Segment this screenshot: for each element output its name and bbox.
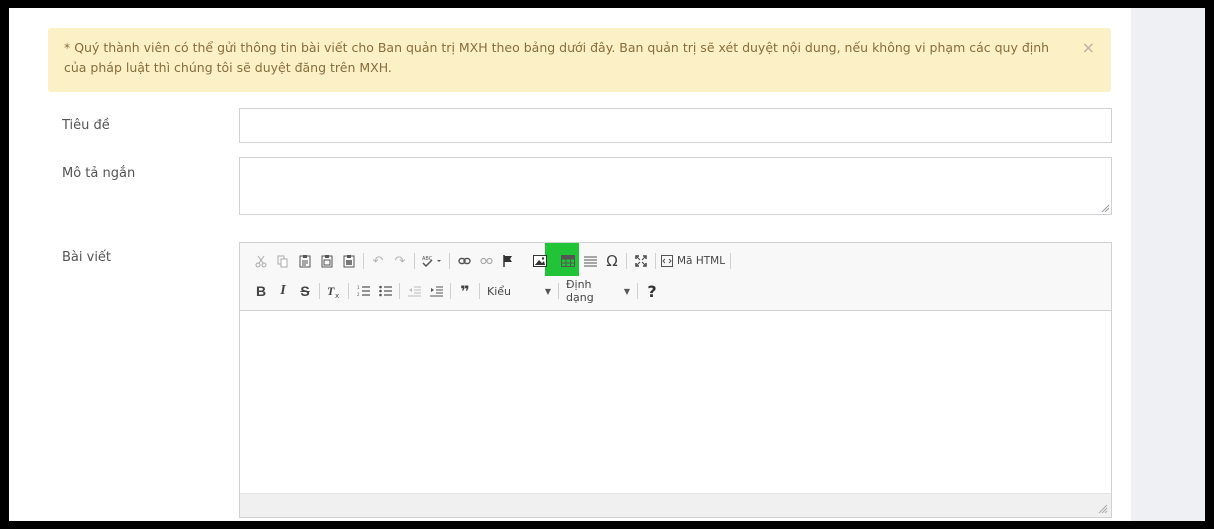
- outdent-icon[interactable]: [403, 280, 425, 302]
- short-description-label: Mô tả ngắn: [62, 166, 136, 181]
- paste-icon[interactable]: [294, 250, 316, 272]
- post-body-label: Bài viết: [62, 250, 112, 265]
- title-label: Tiêu đề: [62, 118, 110, 133]
- title-input[interactable]: [239, 108, 1112, 143]
- format-dropdown[interactable]: Định dạng ▼: [562, 278, 634, 304]
- anchor-icon[interactable]: [497, 250, 519, 272]
- indent-icon[interactable]: [425, 280, 447, 302]
- toolbar-separator: [363, 253, 364, 269]
- paste-word-icon[interactable]: [338, 250, 360, 272]
- numbered-list-icon[interactable]: 12: [352, 280, 374, 302]
- cut-icon[interactable]: [250, 250, 272, 272]
- help-button[interactable]: ?: [641, 280, 663, 302]
- short-description-textarea[interactable]: [239, 157, 1112, 215]
- chevron-down-icon: ▼: [623, 286, 630, 296]
- horizontal-rule-icon[interactable]: [579, 250, 601, 272]
- bulleted-list-icon[interactable]: [374, 280, 396, 302]
- image-icon[interactable]: [529, 250, 551, 272]
- table-icon[interactable]: [557, 250, 579, 272]
- page-viewport: * Quý thành viên có thể gửi thông tin bà…: [9, 8, 1205, 521]
- toolbar-separator: [637, 283, 638, 299]
- resize-handle-icon[interactable]: [1098, 504, 1108, 514]
- special-char-icon[interactable]: Ω: [601, 250, 623, 272]
- source-label: Mã HTML: [677, 255, 726, 267]
- toolbar-row-2: B I S Tx 12 ❞ Kiểu ▼ Định dạng ▼ ?: [250, 278, 663, 304]
- svg-text:x: x: [335, 292, 339, 298]
- bold-button[interactable]: B: [250, 280, 272, 302]
- submit-post-form: * Quý thành viên có thể gửi thông tin bà…: [9, 8, 1131, 521]
- textarea-resize-icon[interactable]: [1101, 204, 1109, 212]
- chevron-down-icon: ▼: [544, 286, 551, 296]
- source-button[interactable]: Mã HTML: [659, 255, 727, 267]
- toolbar-row-1: ↶ ↷ ABC Ω Mã HTML: [250, 250, 734, 272]
- toolbar-separator: [730, 253, 732, 269]
- toolbar-separator: [414, 253, 415, 269]
- blockquote-icon[interactable]: ❞: [454, 280, 476, 302]
- source-icon: [661, 255, 673, 267]
- alert-message: * Quý thành viên có thể gửi thông tin bà…: [64, 40, 1050, 75]
- remove-format-icon[interactable]: Tx: [323, 280, 345, 302]
- info-alert: * Quý thành viên có thể gửi thông tin bà…: [48, 28, 1111, 92]
- toolbar-separator: [450, 283, 451, 299]
- format-label: Định dạng: [566, 278, 594, 304]
- toolbar-separator: [655, 253, 656, 269]
- editor-content-area[interactable]: [240, 312, 1111, 493]
- link-icon[interactable]: [453, 250, 475, 272]
- screen-frame: * Quý thành viên có thể gửi thông tin bà…: [0, 0, 1214, 529]
- strike-button[interactable]: S: [294, 280, 316, 302]
- close-icon[interactable]: ×: [1082, 40, 1095, 56]
- toolbar-separator: [479, 283, 480, 299]
- undo-icon[interactable]: ↶: [367, 250, 389, 272]
- toolbar-separator: [399, 283, 400, 299]
- svg-text:T: T: [327, 285, 335, 298]
- toolbar-separator: [558, 283, 559, 299]
- editor-toolbar: ↶ ↷ ABC Ω Mã HTML B I S T x 1 2 ❞ Kiểu ▼…: [240, 243, 1111, 311]
- italic-button[interactable]: I: [272, 280, 294, 302]
- toolbar-separator: [348, 283, 349, 299]
- maximize-icon[interactable]: [630, 250, 652, 272]
- redo-icon[interactable]: ↷: [389, 250, 411, 272]
- editor-status-bar: [240, 493, 1111, 517]
- toolbar-separator: [449, 253, 450, 269]
- rich-text-editor: ↶ ↷ ABC Ω Mã HTML B I S T x 1 2 ❞ Kiểu ▼…: [239, 242, 1112, 518]
- styles-label: Kiểu: [487, 284, 512, 298]
- unlink-icon[interactable]: [475, 250, 497, 272]
- svg-text:1: 1: [357, 285, 360, 290]
- spellcheck-icon[interactable]: ABC: [418, 250, 446, 272]
- paste-text-icon[interactable]: [316, 250, 338, 272]
- copy-icon[interactable]: [272, 250, 294, 272]
- toolbar-separator: [319, 283, 320, 299]
- styles-dropdown[interactable]: Kiểu ▼: [483, 281, 555, 301]
- toolbar-separator: [626, 253, 627, 269]
- svg-text:2: 2: [357, 292, 360, 297]
